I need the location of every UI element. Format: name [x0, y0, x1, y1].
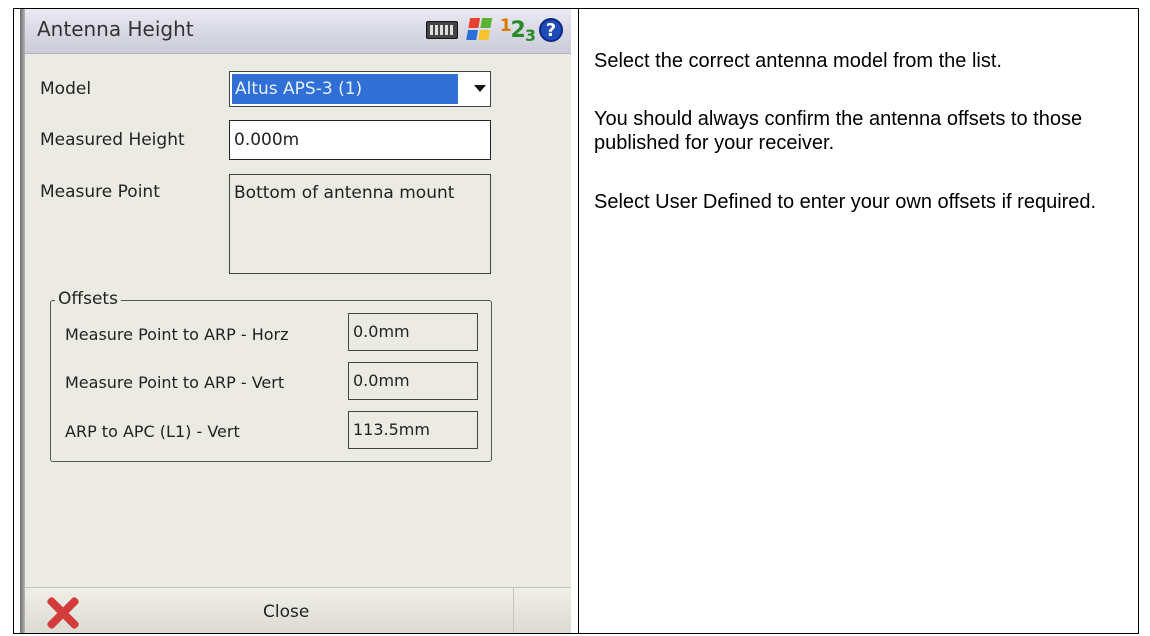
windows-flag-icon[interactable]	[465, 18, 494, 42]
measured-height-label: Measured Height	[40, 130, 185, 150]
help-paragraph-1: Select the correct antenna model from th…	[594, 50, 1002, 72]
input-mode-123-icon[interactable]: 123	[500, 16, 536, 45]
offset-vert-value: 0.0mm	[348, 362, 478, 400]
table-divider	[578, 9, 579, 633]
bottom-bar-divider	[513, 588, 514, 633]
screen-edge	[20, 9, 25, 633]
offset-vert-label: Measure Point to ARP - Vert	[65, 373, 285, 392]
device-screen: Antenna Height 123 ? Model Altus APS-3 (…	[20, 9, 571, 633]
arp-apc-label: ARP to APC (L1) - Vert	[65, 422, 240, 441]
help-icon[interactable]: ?	[539, 18, 563, 42]
close-button[interactable]: Close	[263, 602, 309, 622]
keyboard-icon[interactable]	[425, 21, 458, 39]
measure-point-field: Bottom of antenna mount	[229, 174, 491, 274]
model-select-value: Altus APS-3 (1)	[232, 74, 458, 104]
document-table: Antenna Height 123 ? Model Altus APS-3 (…	[13, 8, 1139, 634]
offset-horz-label: Measure Point to ARP - Horz	[65, 325, 289, 344]
offsets-legend: Offsets	[55, 289, 121, 309]
help-paragraph-2: You should always confirm the antenna of…	[594, 108, 1083, 154]
window-title: Antenna Height	[37, 17, 194, 41]
offset-horz-value: 0.0mm	[348, 313, 478, 351]
offsets-group: Offsets Measure Point to ARP - Horz 0.0m…	[50, 289, 492, 462]
model-label: Model	[40, 79, 92, 99]
title-bar-icons: 123 ?	[425, 15, 563, 45]
close-icon[interactable]	[45, 596, 79, 630]
title-bar: Antenna Height 123 ?	[25, 9, 571, 54]
chevron-down-icon[interactable]	[474, 85, 486, 92]
measured-height-input[interactable]: 0.000m	[229, 120, 491, 160]
arp-apc-value: 113.5mm	[348, 411, 478, 449]
measure-point-label: Measure Point	[40, 182, 160, 202]
model-select[interactable]: Altus APS-3 (1)	[229, 71, 491, 107]
bottom-bar: Close	[25, 587, 571, 633]
help-paragraph-3: Select User Defined to enter your own of…	[594, 191, 1097, 213]
